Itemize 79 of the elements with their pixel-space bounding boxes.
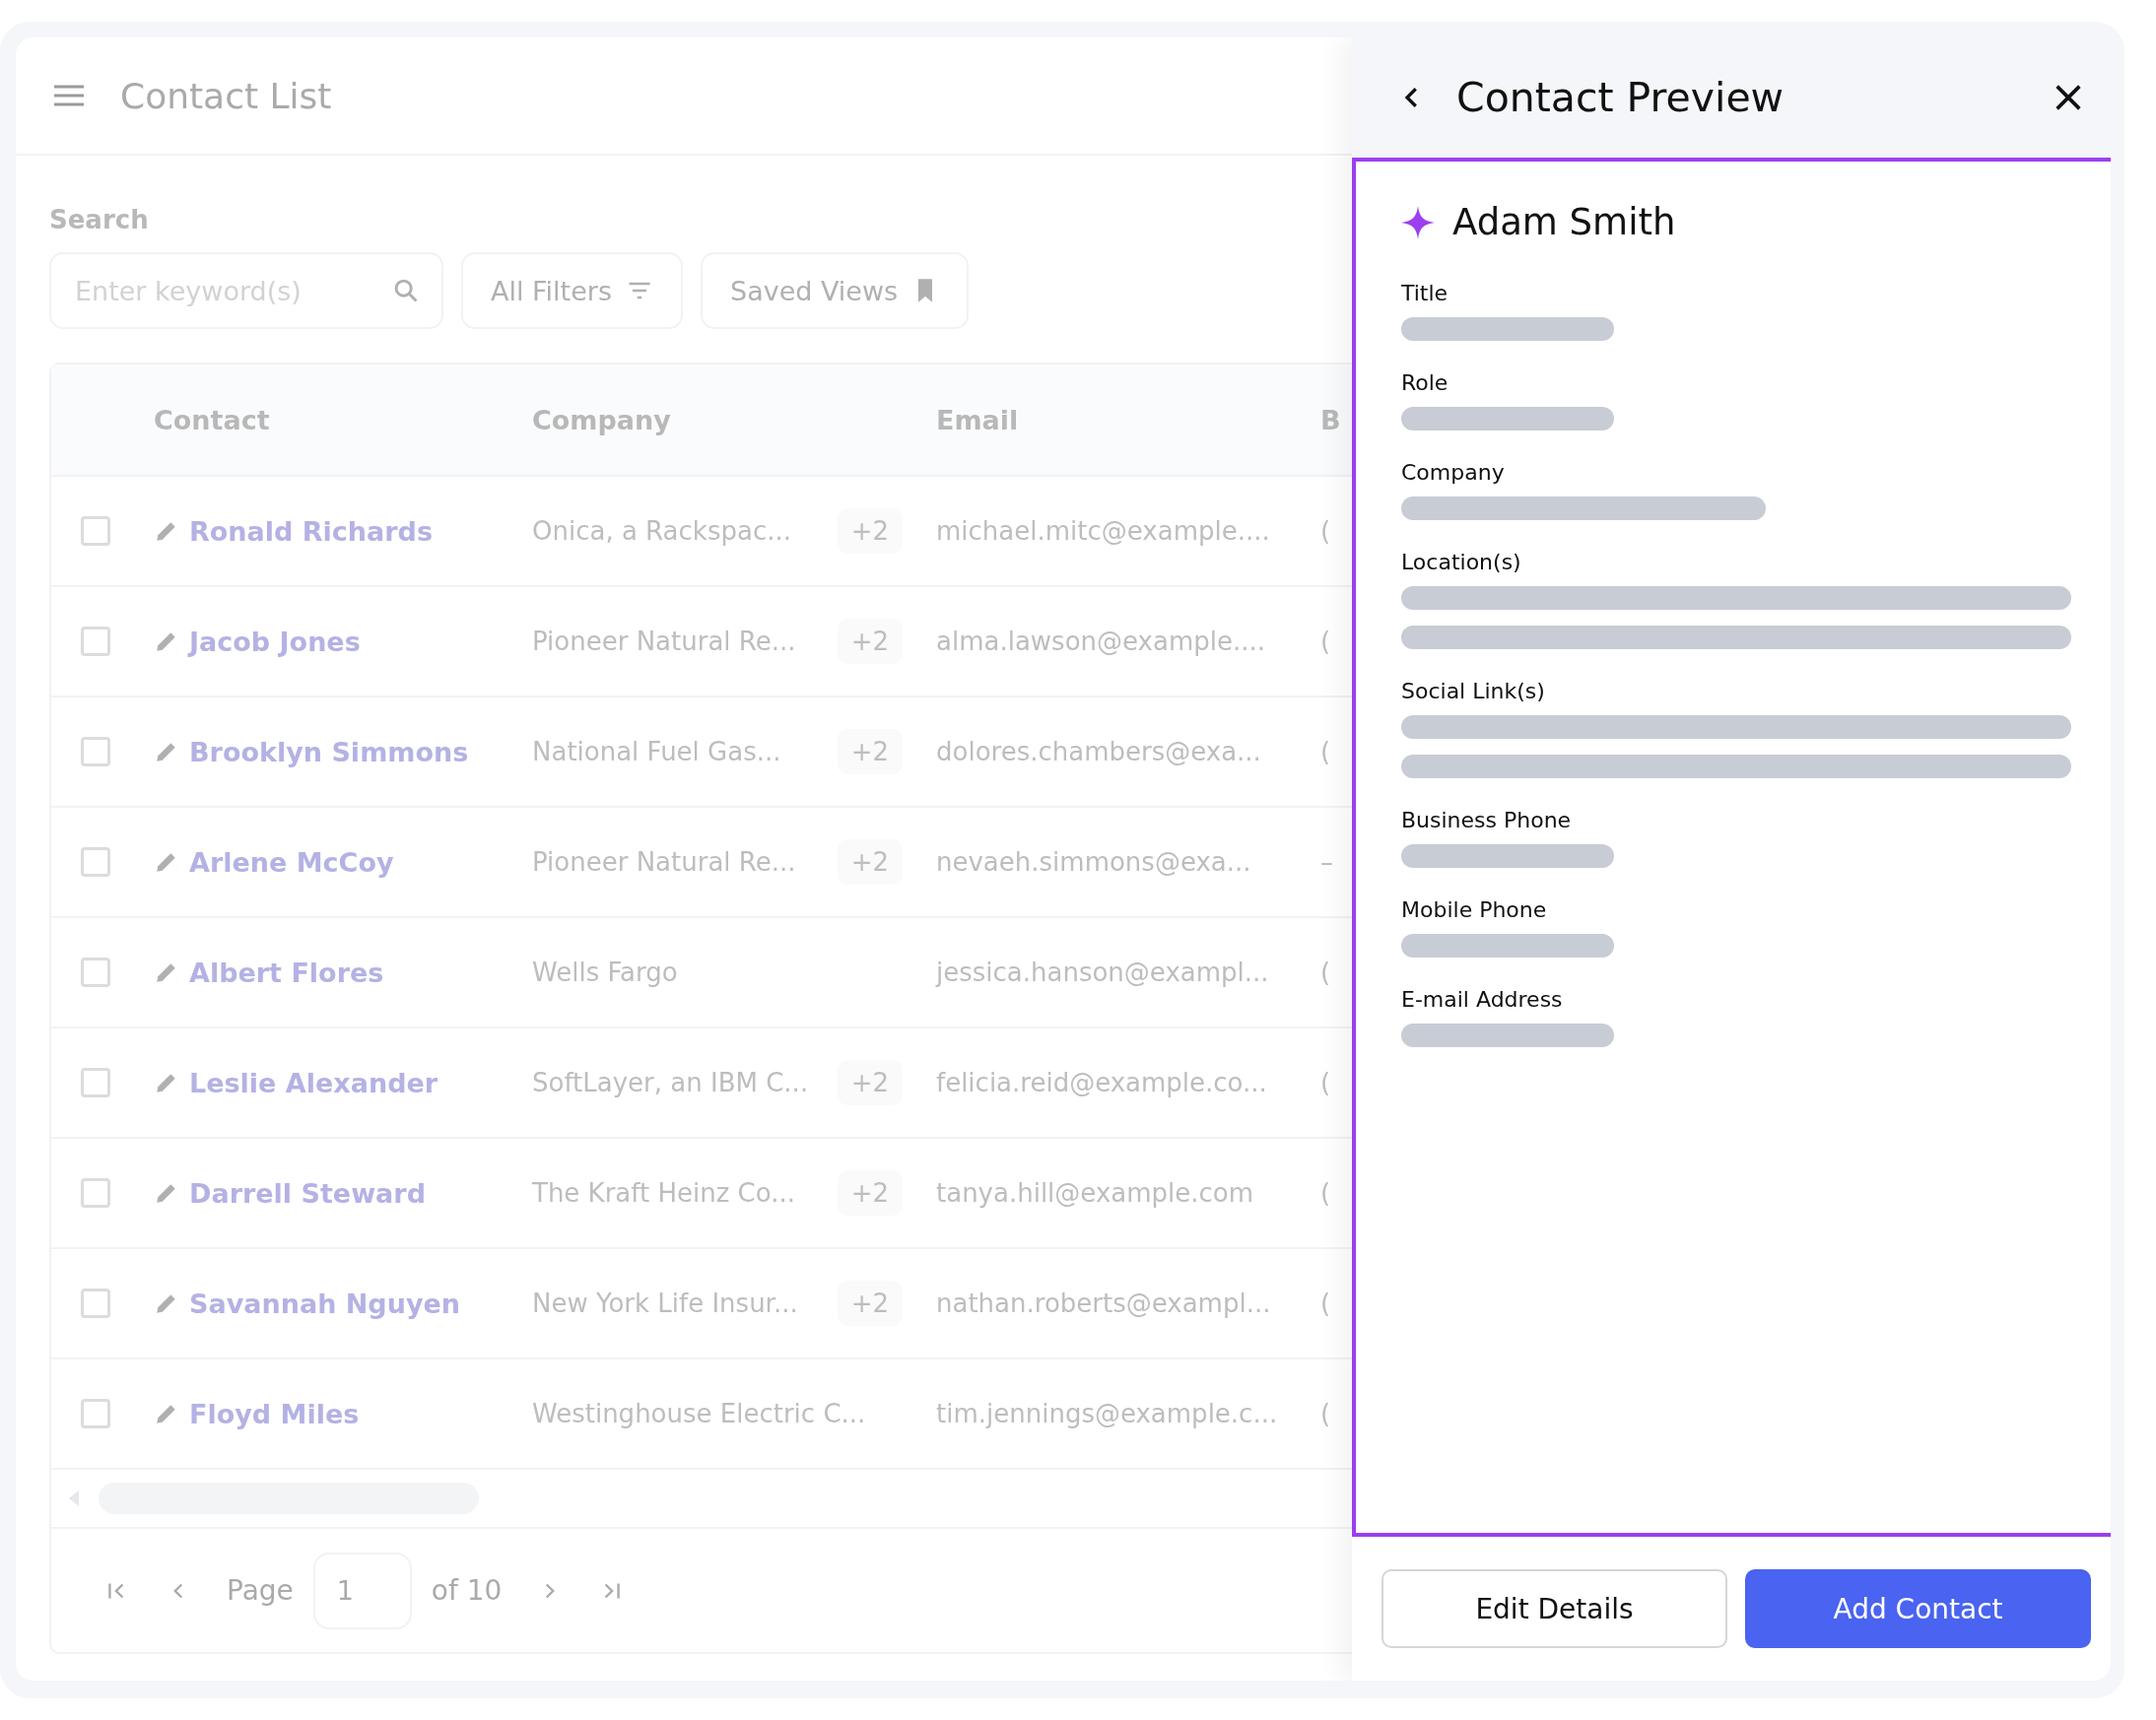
page-total: of 10 [431, 1574, 503, 1607]
email-cell: felicia.reid@example.co... [936, 1068, 1267, 1097]
sparkle-icon [1401, 205, 1435, 239]
count-badge: +2 [837, 619, 903, 664]
count-badge: +2 [837, 729, 903, 774]
contact-name-link[interactable]: Savannah Nguyen [189, 1288, 461, 1319]
table-cell: ( [1320, 1399, 1331, 1428]
saved-views-button[interactable]: Saved Views [701, 252, 970, 329]
column-header: Email [936, 404, 1019, 435]
email-cell: michael.mitc@example.... [936, 516, 1270, 546]
row-checkbox[interactable] [81, 516, 110, 546]
company-cell: Pioneer Natural Re... [532, 627, 796, 656]
row-checkbox[interactable] [81, 627, 110, 656]
row-checkbox[interactable] [81, 847, 110, 877]
table-cell: ( [1320, 516, 1331, 546]
table-cell: ( [1320, 1068, 1331, 1097]
search-icon [392, 277, 420, 304]
menu-icon[interactable] [53, 84, 85, 107]
field-label: Company [1401, 460, 1506, 485]
count-badge: +2 [837, 1170, 903, 1216]
email-cell: nevaeh.simmons@exa... [936, 847, 1251, 877]
email-cell: tanya.hill@example.com [936, 1178, 1254, 1208]
table-cell: ( [1320, 627, 1331, 656]
edit-button[interactable]: Edit Details [1381, 1569, 1727, 1648]
page-title: Contact List [120, 75, 332, 116]
email-cell: jessica.hanson@exampl... [936, 958, 1269, 987]
company-cell: Westinghouse Electric C... [532, 1399, 866, 1428]
filters-button[interactable]: All Filters [461, 252, 683, 329]
column-header: Contact [154, 404, 270, 435]
table-cell: ( [1320, 958, 1331, 987]
contact-name-link[interactable]: Floyd Miles [189, 1398, 360, 1429]
field-label: Social Link(s) [1401, 679, 1546, 703]
add-button[interactable]: Add Contact [1745, 1569, 2091, 1648]
field-label: E-mail Address [1401, 987, 1564, 1012]
contact-name-link[interactable]: Jacob Jones [189, 626, 361, 657]
search-label: Search [49, 205, 150, 234]
email-cell: nathan.roberts@exampl... [936, 1289, 1271, 1318]
email-cell: dolores.chambers@exa... [936, 737, 1261, 766]
page-label: Page [227, 1574, 294, 1607]
row-checkbox[interactable] [81, 1068, 110, 1097]
table-cell: ( [1320, 1178, 1331, 1208]
count-badge: +2 [837, 1060, 903, 1105]
contact-name-link[interactable]: Ronald Richards [189, 515, 433, 547]
company-cell: National Fuel Gas... [532, 737, 781, 766]
row-checkbox[interactable] [81, 1178, 110, 1208]
table-cell: ( [1320, 737, 1331, 766]
page-number-field[interactable]: 1 [312, 1552, 412, 1629]
field-label: Location(s) [1401, 550, 1522, 574]
scroll-left-icon[interactable] [69, 1490, 79, 1506]
column-header: B [1320, 404, 1341, 435]
company-cell: New York Life Insur... [532, 1289, 798, 1318]
row-checkbox[interactable] [81, 958, 110, 987]
count-badge: +2 [837, 1281, 903, 1326]
row-checkbox[interactable] [81, 1399, 110, 1428]
row-checkbox[interactable] [81, 1289, 110, 1318]
field-label: Business Phone [1401, 808, 1573, 832]
contact-name-link[interactable]: Darrell Steward [189, 1177, 426, 1209]
email-cell: alma.lawson@example.... [936, 627, 1265, 656]
panel-title: Contact Preview [1456, 74, 1785, 121]
table-cell: – [1320, 847, 1333, 877]
contact-name-link[interactable]: Albert Flores [189, 957, 384, 988]
company-cell: Wells Fargo [532, 958, 678, 987]
contact-name-link[interactable]: Arlene McCoy [189, 846, 394, 878]
count-badge: +2 [837, 839, 903, 885]
count-badge: +2 [837, 508, 903, 554]
row-checkbox[interactable] [81, 737, 110, 766]
contact-name: Adam Smith [1452, 201, 1676, 243]
field-label: Title [1401, 281, 1449, 305]
contact-name-link[interactable]: Leslie Alexander [189, 1067, 438, 1098]
field-label: Role [1401, 370, 1449, 395]
table-cell: ( [1320, 1289, 1331, 1318]
email-cell: tim.jennings@example.c... [936, 1399, 1278, 1428]
company-cell: Onica, a Rackspac... [532, 516, 791, 546]
company-cell: The Kraft Heinz Co... [532, 1178, 795, 1208]
field-label: Mobile Phone [1401, 897, 1548, 922]
contact-name-link[interactable]: Brooklyn Simmons [189, 736, 469, 767]
column-header: Company [532, 404, 671, 435]
company-cell: SoftLayer, an IBM C... [532, 1068, 809, 1097]
company-cell: Pioneer Natural Re... [532, 847, 796, 877]
